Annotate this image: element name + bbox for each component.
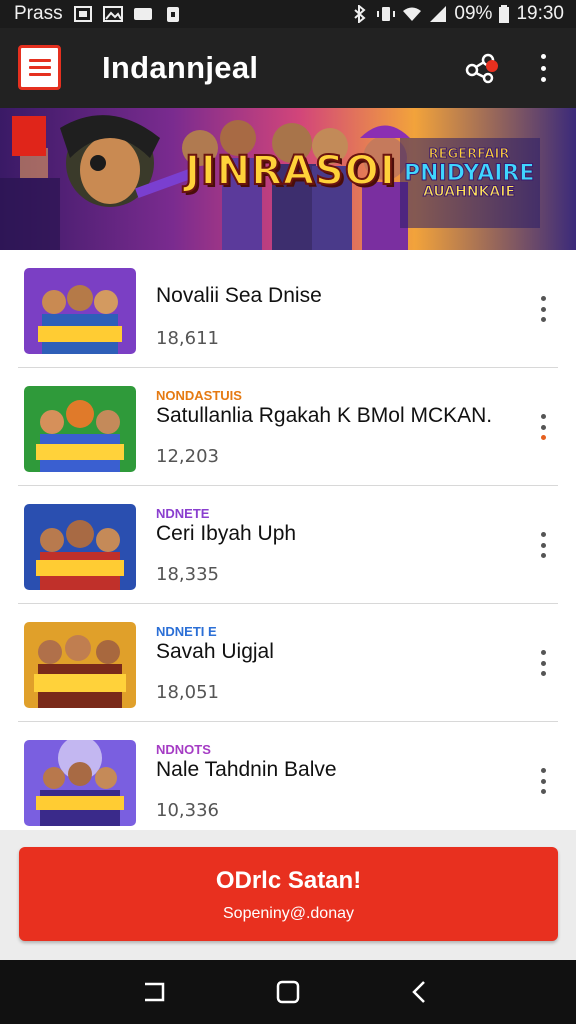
dot [540,768,546,773]
status-bar: Prass 09% 19:30 [0,0,576,28]
item-more-icon[interactable] [536,296,550,322]
hamburger-menu-icon [28,59,51,62]
dot [540,789,546,794]
item-count: 12,203 [156,446,219,467]
list-item[interactable]: NDNETI E Savah Uigjal 18,051 [18,604,558,722]
list-item[interactable]: NDNOTS Nale Tahdnin Balve 10,336 [18,722,558,830]
game-list: Novalii Sea Dnise 18,611 NONDASTUIS Satu… [0,250,576,830]
banner-badge: REGERFAIR PNIDYAIRE AUAHNKAIE [404,147,535,200]
banner-badge-line1: REGERFAIR [428,147,510,162]
thumbnail [24,740,136,826]
battery-percent: 09% [454,3,493,24]
item-title: Savah Uigjal [156,640,274,663]
dot [540,435,546,440]
share-icon[interactable] [464,52,500,84]
clock: 19:30 [516,3,564,24]
hamburger-line [28,73,51,76]
dot [540,660,546,666]
banner-badge-line2: PNIDYAIRE [404,160,535,186]
item-more-icon[interactable] [536,650,550,676]
recent-apps-icon[interactable] [140,978,168,1006]
wifi-icon [403,7,422,21]
back-icon[interactable] [406,978,434,1006]
menu-button[interactable] [18,45,61,90]
hero-banner[interactable]: JINRASOI REGERFAIR PNIDYAIRE AUAHNKAIE [0,108,576,250]
list-item[interactable]: NDNETE Ceri Ibyah Uph 18,335 [18,486,558,604]
item-more-icon[interactable] [536,414,550,440]
banner-logo [12,116,46,156]
dot [540,296,546,301]
bluetooth-icon [354,5,366,23]
hamburger-line [28,66,51,69]
lock-icon [166,7,179,22]
status-right: 09% 19:30 [350,3,564,25]
dot [540,542,546,548]
cta-button[interactable]: ODrlc Satan! Sopeniny@.donay [19,847,558,941]
status-left: Prass [14,3,183,25]
thumbnail [24,504,136,590]
item-tag: NDNETI E [156,624,217,639]
dot [540,424,546,430]
message-icon [133,8,152,20]
item-count: 10,336 [156,800,219,821]
item-count: 18,611 [156,328,219,349]
item-tag: NONDASTUIS [156,388,242,403]
list-item[interactable]: NONDASTUIS Satullanlia Rgakah K BMol MCK… [18,368,558,486]
item-title: Nale Tahdnin Balve [156,758,337,781]
dot [540,778,546,784]
dot [540,306,546,312]
app-bar: Indannjeal [0,28,576,108]
item-tag: NDNOTS [156,742,211,757]
signal-icon [430,6,447,22]
carrier-label: Prass [14,3,63,24]
list-item[interactable]: Novalii Sea Dnise 18,611 [18,250,558,368]
item-more-icon[interactable] [536,532,550,558]
thumbnail [24,622,136,708]
vibrate-icon [377,7,396,21]
more-vertical-icon[interactable] [532,52,554,84]
thumbnail [24,268,136,354]
battery-icon [499,5,510,23]
dot [540,532,546,537]
app-title: Indannjeal [102,50,259,85]
photo-icon [102,6,123,22]
dot [540,65,546,71]
item-count: 18,051 [156,682,219,703]
dot [540,54,546,59]
item-count: 18,335 [156,564,219,585]
dot [540,671,546,676]
dot [540,650,546,655]
item-title: Ceri Ibyah Uph [156,522,297,545]
item-tag: NDNETE [156,506,210,521]
banner-badge-line3: AUAHNKAIE [422,183,516,200]
item-title: Novalii Sea Dnise [156,284,322,307]
item-title: Satullanlia Rgakah K BMol MCKAN. [156,404,493,427]
dot [540,414,546,419]
dot [540,77,546,82]
thumbnail [24,386,136,472]
dot [540,553,546,558]
home-icon[interactable] [274,978,302,1006]
cta-subtitle: Sopeniny@.donay [223,905,354,922]
item-more-icon[interactable] [536,768,550,794]
cta-title: ODrlc Satan! [215,867,362,894]
system-nav-bar [0,960,576,1024]
dot [540,317,546,322]
gallery-icon [73,6,92,22]
banner-title: JINRASOI [184,147,396,195]
cta-area: ODrlc Satan! Sopeniny@.donay [0,830,576,960]
